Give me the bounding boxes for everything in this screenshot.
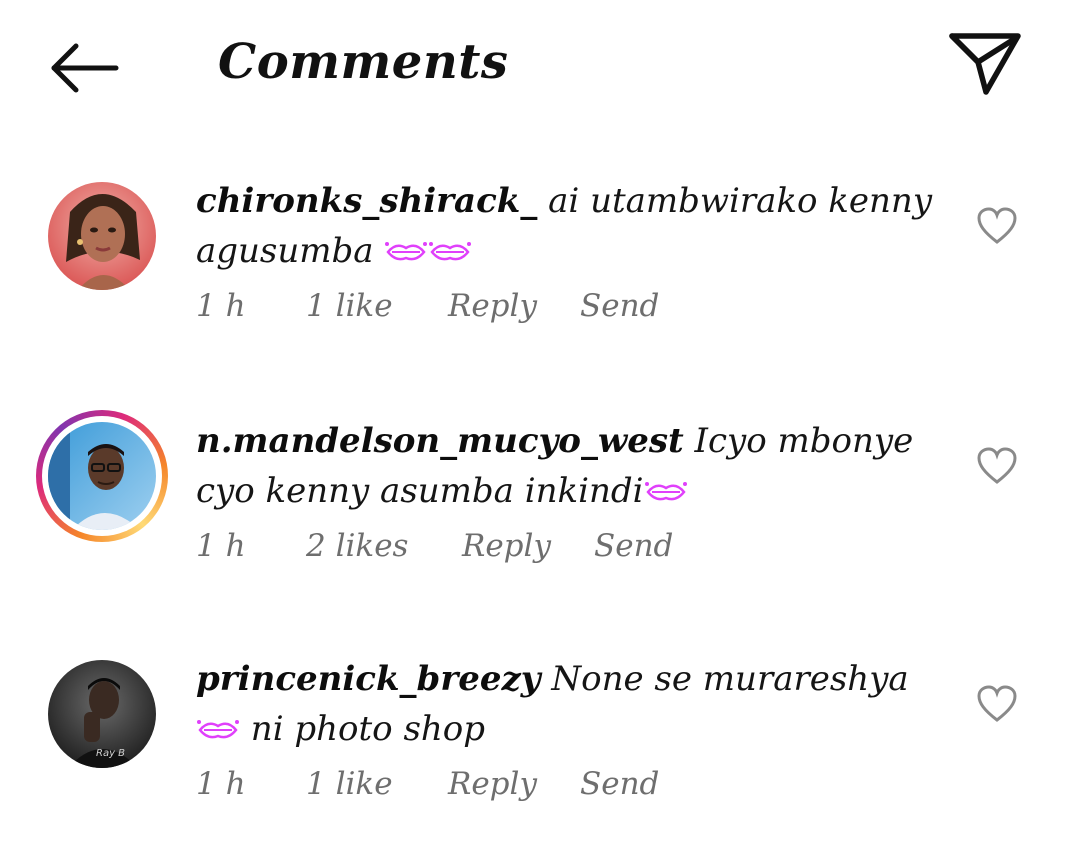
comment-username[interactable]: n.mandelson_mucyo_west — [196, 421, 684, 461]
reply-button[interactable]: Reply — [448, 766, 537, 802]
share-button[interactable] — [946, 28, 1024, 100]
like-button[interactable] — [976, 446, 1018, 486]
kiss-lips-emoji — [385, 242, 428, 261]
comment-body: princenick_breezy None se murareshya ni … — [196, 654, 936, 754]
comment-time: 1 h — [196, 528, 246, 564]
comment-item: chironks_shirack_ ai utambwirako kenny a… — [0, 176, 1078, 376]
likes-count[interactable]: 1 like — [306, 288, 393, 324]
kiss-lips-emoji — [644, 482, 687, 501]
likes-count[interactable]: 1 like — [306, 766, 393, 802]
comment-time: 1 h — [196, 288, 246, 324]
comment-item: Ray B princenick_breezy None se muraresh… — [0, 654, 1078, 854]
comment-text-line2: cyo kenny asumba inkindi — [196, 471, 644, 511]
comment-item: n.mandelson_mucyo_west Icyo mbonye cyo k… — [0, 410, 1078, 616]
comment-body: n.mandelson_mucyo_west Icyo mbonye cyo k… — [196, 416, 936, 516]
comment-text-line1: ai utambwirako kenny — [537, 181, 933, 221]
comment-text-line2: ni photo shop — [240, 709, 486, 749]
send-button[interactable]: Send — [580, 288, 659, 324]
svg-text:Ray B: Ray B — [96, 748, 125, 759]
avatar[interactable] — [48, 182, 156, 290]
paper-plane-icon — [949, 33, 1021, 95]
avatar[interactable]: Ray B — [48, 660, 156, 768]
kiss-lips-emoji — [429, 242, 472, 261]
comment-body: chironks_shirack_ ai utambwirako kenny a… — [196, 176, 936, 276]
like-button[interactable] — [976, 206, 1018, 246]
page-title: Comments — [218, 34, 509, 90]
header-bar: Comments — [0, 0, 1078, 130]
send-button[interactable]: Send — [580, 766, 659, 802]
send-button[interactable]: Send — [594, 528, 673, 564]
comment-time: 1 h — [196, 766, 246, 802]
reply-button[interactable]: Reply — [448, 288, 537, 324]
back-button[interactable] — [46, 38, 122, 98]
reply-button[interactable]: Reply — [462, 528, 551, 564]
likes-count[interactable]: 2 likes — [306, 528, 408, 564]
comment-text-line1: None se murareshya — [540, 659, 909, 699]
comment-text-line2: agusumba — [196, 231, 374, 271]
kiss-lips-emoji — [197, 720, 239, 739]
comment-text-line1: Icyo mbonye — [683, 421, 914, 461]
like-button[interactable] — [976, 684, 1018, 724]
avatar[interactable] — [48, 422, 156, 530]
comment-username[interactable]: chironks_shirack_ — [196, 181, 537, 221]
heart-icon — [977, 447, 1017, 484]
arrow-left-icon — [51, 43, 119, 93]
heart-icon — [977, 207, 1017, 244]
heart-icon — [977, 685, 1017, 722]
comment-username[interactable]: princenick_breezy — [196, 659, 541, 699]
